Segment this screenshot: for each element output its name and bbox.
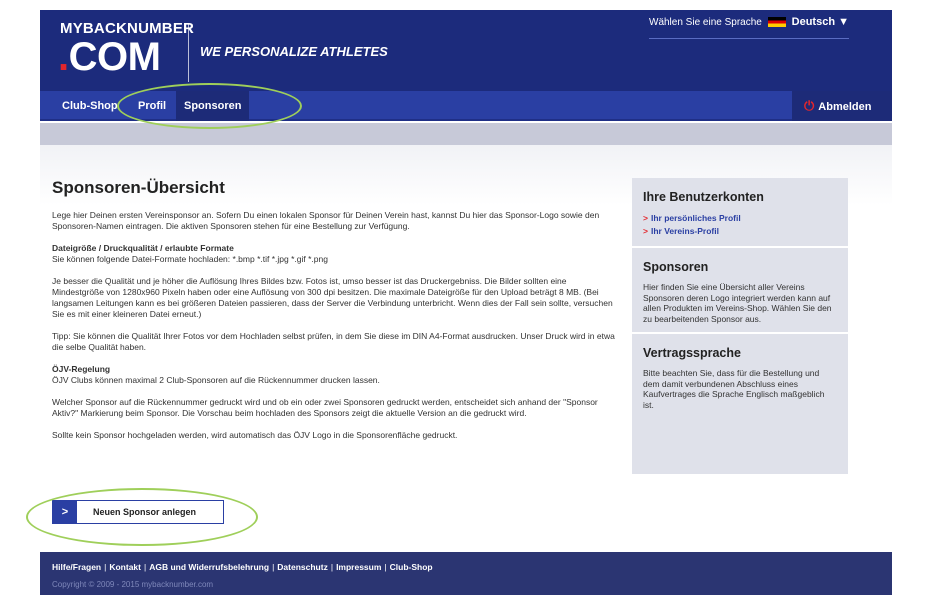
- no-sponsor-text: Sollte kein Sponsor hochgeladen werden, …: [52, 430, 458, 440]
- accounts-box: Ihre Benutzerkonten > Ihr persönliches Pr…: [632, 178, 848, 248]
- german-flag-icon: [767, 17, 786, 27]
- intro-text: Lege hier Deinen ersten Vereinsponsor an…: [52, 210, 600, 231]
- language-label: Wählen Sie eine Sprache: [649, 16, 762, 28]
- nav-item-sponsoren[interactable]: Sponsoren: [176, 91, 250, 121]
- ojv-text: ÖJV Clubs können maximal 2 Club-Sponsore…: [52, 375, 380, 385]
- footer-separator: |: [104, 562, 107, 572]
- ojv-heading: ÖJV-Regelung: [52, 364, 111, 374]
- new-sponsor-label: Neuen Sponsor anlegen: [93, 507, 197, 517]
- new-sponsor-button[interactable]: > Neuen Sponsor anlegen: [52, 500, 224, 524]
- contract-title: Vertragssprache: [643, 346, 741, 360]
- footer-separator: |: [143, 562, 147, 572]
- formats-section: Dateigröße / Druckqualität / erlaubte Fo…: [52, 243, 617, 265]
- logout-button[interactable]: ⏻ Abmelden: [792, 91, 892, 121]
- link-label: Ihr Vereins-Profil: [650, 226, 719, 236]
- sidebar: Ihre Benutzerkonten > Ihr persönliches Pr…: [632, 178, 848, 474]
- nav-item-profil[interactable]: Profil: [130, 91, 174, 121]
- tip-text: Tipp: Sie können die Qualität Ihrer Foto…: [52, 331, 615, 352]
- language-selector[interactable]: Wählen Sie eine Sprache Deutsch ▼: [649, 16, 849, 39]
- footer-link-imprint[interactable]: Impressum: [336, 562, 381, 572]
- formats-heading: Dateigröße / Druckqualität / erlaubte Fo…: [52, 243, 234, 253]
- main-content: Sponsoren-Übersicht Lege hier Deinen ers…: [52, 178, 617, 452]
- main-nav: Club-Shop Profil Sponsoren ⏻ Abmelden: [40, 91, 892, 121]
- footer-link-privacy[interactable]: Datenschutz: [277, 562, 328, 572]
- chevron-right-icon: >: [643, 226, 648, 236]
- nav-item-club-shop[interactable]: Club-Shop: [54, 91, 126, 121]
- link-club-profile[interactable]: > Ihr Vereins-Profil: [643, 225, 837, 238]
- sponsors-title: Sponsoren: [643, 260, 709, 274]
- sponsors-box: Sponsoren Hier finden Sie eine Übersicht…: [632, 248, 848, 334]
- logo-com: COM: [68, 35, 161, 79]
- page-title: Sponsoren-Übersicht: [52, 178, 225, 197]
- formats-text: Sie können folgende Datei-Formate hochla…: [52, 254, 328, 264]
- quality-text: Je besser die Qualität und je höher die …: [52, 276, 613, 319]
- footer-links: Hilfe/Fragen | Kontakt | AGB und Widerrufsbe…: [52, 562, 433, 572]
- site-header: MYBACKNUMBER .COM WE PERSONALIZE ATHLETE…: [40, 10, 892, 91]
- footer-link-club-shop[interactable]: Club-Shop: [390, 562, 433, 572]
- link-personal-profile[interactable]: > Ihr persönliches Profil: [643, 212, 837, 225]
- ojv-section: ÖJV-Regelung ÖJV Clubs können maximal 2 …: [52, 364, 617, 386]
- accounts-title: Ihre Benutzerkonten: [643, 190, 764, 204]
- sub-navbar: [40, 123, 892, 145]
- footer-separator: |: [272, 562, 275, 572]
- which-sponsor-text: Welcher Sponsor auf die Rückennummer ged…: [52, 397, 598, 418]
- footer-separator: |: [330, 562, 334, 572]
- link-label: Ihr persönliches Profil: [650, 213, 741, 223]
- logo-dot: .: [58, 35, 69, 79]
- chevron-right-icon: >: [53, 501, 77, 523]
- footer-separator: |: [384, 562, 387, 572]
- chevron-right-icon: >: [643, 213, 648, 223]
- footer-link-help[interactable]: Hilfe/Fragen: [52, 562, 101, 572]
- site-footer: Hilfe/Fragen | Kontakt | AGB und Widerrufsbe…: [40, 552, 892, 595]
- logo-divider: [188, 24, 189, 82]
- power-icon: ⏻: [804, 98, 815, 113]
- contract-box: Vertragssprache Bitte beachten Sie, dass…: [632, 334, 848, 418]
- footer-link-terms[interactable]: AGB und Widerrufsbelehrung: [149, 562, 269, 572]
- footer-link-contact[interactable]: Kontakt: [109, 562, 141, 572]
- contract-text: Bitte beachten Sie, dass für die Bestell…: [643, 368, 825, 410]
- tagline: WE PERSONALIZE ATHLETES: [200, 44, 388, 59]
- logout-label: Abmelden: [818, 101, 872, 113]
- language-value[interactable]: Deutsch ▼: [792, 16, 849, 28]
- logo[interactable]: .COM: [58, 35, 161, 79]
- copyright: Copyright © 2009 - 2015 mybacknumber.com: [52, 580, 214, 589]
- sponsors-text: Hier finden Sie eine Übersicht aller Ver…: [643, 282, 832, 324]
